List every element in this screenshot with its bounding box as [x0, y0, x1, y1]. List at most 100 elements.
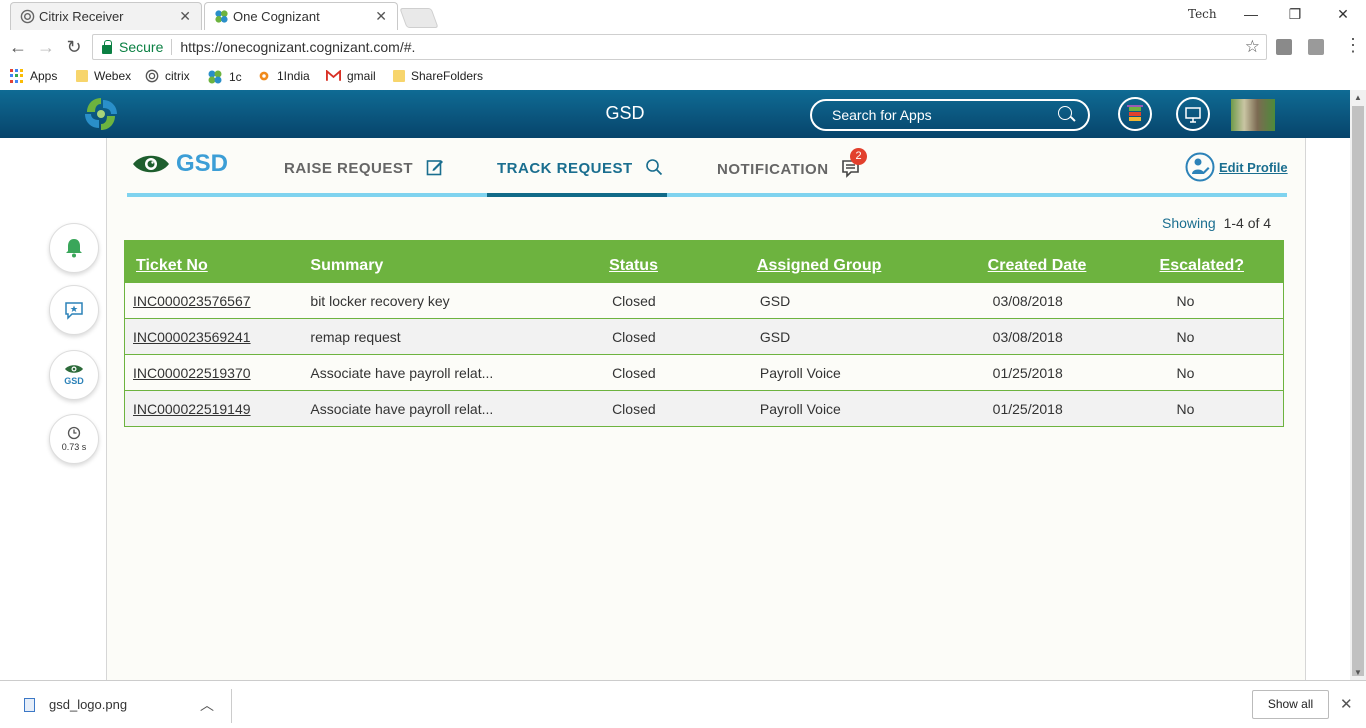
- tab-track-request[interactable]: TRACK REQUEST: [497, 158, 663, 177]
- header-created-date[interactable]: Created Date: [982, 241, 1154, 283]
- bookmark-1c[interactable]: 1c: [207, 69, 242, 85]
- reload-icon[interactable]: ↻: [62, 35, 86, 59]
- ticket-summary: bit locker recovery key: [310, 282, 603, 319]
- table-row: INC000022519149 Associate have payroll r…: [124, 390, 1284, 427]
- eye-icon: [133, 155, 169, 173]
- user-edit-icon: [1185, 152, 1215, 182]
- bookmark-label: 1India: [277, 69, 310, 83]
- nav-underline: [127, 193, 1287, 197]
- tab-raise-request[interactable]: RAISE REQUEST: [284, 158, 444, 177]
- ticket-number-link[interactable]: INC000023576567: [124, 282, 311, 319]
- folder-icon: [76, 70, 88, 82]
- ticket-number-link[interactable]: INC000023569241: [124, 318, 311, 355]
- bookmark-citrix[interactable]: citrix: [145, 69, 190, 83]
- page-scrollbar[interactable]: ▲ ▼: [1350, 90, 1366, 680]
- header-escalated[interactable]: Escalated?: [1154, 241, 1284, 283]
- active-tab-indicator: [487, 193, 667, 197]
- download-bar: gsd_logo.png ︿ Show all ✕: [0, 680, 1366, 728]
- ticket-group: Payroll Voice: [749, 390, 982, 427]
- ticket-escalated: No: [1153, 354, 1284, 391]
- bookmark-label: citrix: [165, 69, 190, 83]
- ticket-created-date: 01/25/2018: [981, 354, 1154, 391]
- ticket-escalated: No: [1153, 318, 1284, 355]
- tab-close-icon[interactable]: ✕: [179, 8, 191, 25]
- lock-icon: [102, 39, 112, 54]
- tab-label: NOTIFICATION: [717, 161, 829, 178]
- scroll-down-icon[interactable]: ▼: [1354, 668, 1362, 677]
- feedback-button[interactable]: [49, 285, 99, 335]
- gsd-shortcut-button[interactable]: GSD: [49, 350, 99, 400]
- table-row: INC000023576567 bit locker recovery key …: [124, 282, 1284, 319]
- download-bar-close-icon[interactable]: ✕: [1340, 695, 1353, 713]
- tab-one-cognizant[interactable]: One Cognizant ✕: [204, 2, 398, 30]
- ticket-summary: Associate have payroll relat...: [310, 390, 603, 427]
- ticket-summary: Associate have payroll relat...: [310, 354, 603, 391]
- page-body: GSD 0.73 s GSD RAISE REQUEST TRACK REQUE…: [0, 138, 1350, 680]
- ticket-status: Closed: [602, 354, 750, 391]
- tab-close-icon[interactable]: ✕: [375, 8, 387, 25]
- header-ticket-no[interactable]: Ticket No: [125, 241, 311, 283]
- url-text[interactable]: https://onecognizant.cognizant.com/#.: [180, 39, 415, 55]
- tickets-table: Ticket No Summary Status Assigned Group …: [124, 240, 1284, 427]
- new-tab-button[interactable]: [399, 8, 439, 28]
- ticket-number-link[interactable]: INC000022519370: [124, 354, 311, 391]
- scroll-up-icon[interactable]: ▲: [1354, 93, 1362, 102]
- cognizant-logo-icon: [215, 10, 228, 23]
- bookmark-label: 1c: [229, 70, 242, 84]
- ticket-group: GSD: [749, 318, 982, 355]
- header-assigned-group[interactable]: Assigned Group: [750, 241, 982, 283]
- bookmark-1india[interactable]: 1India: [257, 69, 310, 83]
- browser-menu-icon[interactable]: ⋮: [1344, 35, 1362, 56]
- notification-bell-button[interactable]: [49, 223, 99, 273]
- image-file-icon: [24, 697, 35, 712]
- extension-icon[interactable]: [1308, 39, 1324, 55]
- edit-profile-label: Edit Profile: [1219, 159, 1288, 175]
- eye-icon: [65, 365, 83, 373]
- scrollbar-thumb[interactable]: [1352, 106, 1364, 676]
- ticket-group: Payroll Voice: [749, 354, 982, 391]
- search-apps-input[interactable]: Search for Apps: [810, 99, 1090, 131]
- show-all-button[interactable]: Show all: [1252, 690, 1329, 719]
- tab-label: RAISE REQUEST: [284, 160, 414, 177]
- tab-notification[interactable]: NOTIFICATION: [717, 158, 861, 178]
- bookmark-label: Webex: [94, 69, 132, 83]
- browser-toolbar: ← → ↻ Secure https://onecognizant.cogniz…: [0, 30, 1366, 64]
- bookmark-star-icon[interactable]: ☆: [1245, 37, 1260, 57]
- minimize-button[interactable]: —: [1236, 2, 1266, 26]
- address-bar[interactable]: Secure https://onecognizant.cognizant.co…: [92, 34, 1267, 60]
- edit-profile-link[interactable]: Edit Profile: [1185, 152, 1288, 182]
- download-item[interactable]: gsd_logo.png: [24, 697, 127, 712]
- citrix-icon: [20, 9, 35, 24]
- showing-range: 1-4 of 4: [1223, 215, 1272, 231]
- table-row: INC000022519370 Associate have payroll r…: [124, 354, 1284, 391]
- notification-count-badge: 2: [850, 148, 867, 165]
- ticket-summary: remap request: [310, 318, 603, 355]
- bookmark-webex[interactable]: Webex: [76, 69, 131, 83]
- search-icon[interactable]: [1058, 106, 1072, 120]
- maximize-button[interactable]: ❐: [1280, 2, 1310, 26]
- app-launcher-icon[interactable]: [1118, 97, 1152, 131]
- forward-arrow-icon[interactable]: →: [34, 35, 58, 59]
- bookmark-sharefolders[interactable]: ShareFolders: [393, 69, 483, 83]
- gsd-brand[interactable]: GSD: [132, 150, 228, 178]
- edit-icon: [426, 160, 443, 176]
- header-status[interactable]: Status: [602, 241, 750, 283]
- results-count: Showing 1-4 of 4: [1162, 215, 1271, 231]
- chevron-up-icon[interactable]: ︿: [200, 695, 214, 715]
- load-timer-button[interactable]: 0.73 s: [49, 414, 99, 464]
- bookmark-apps[interactable]: Apps: [10, 69, 57, 83]
- ticket-number-link[interactable]: INC000022519149: [124, 390, 311, 427]
- tab-citrix-receiver[interactable]: Citrix Receiver ✕: [10, 2, 202, 30]
- back-arrow-icon[interactable]: ←: [6, 35, 30, 59]
- ticket-status: Closed: [602, 390, 750, 427]
- showing-label: Showing: [1162, 215, 1216, 231]
- bookmark-gmail[interactable]: gmail: [326, 69, 376, 83]
- extension-icon[interactable]: [1276, 39, 1292, 55]
- monitor-icon[interactable]: [1176, 97, 1210, 131]
- avatar[interactable]: [1231, 99, 1275, 131]
- table-header-row: Ticket No Summary Status Assigned Group …: [124, 240, 1284, 283]
- bookmark-label: Apps: [30, 69, 58, 83]
- gmail-icon: [326, 70, 341, 81]
- ticket-created-date: 03/08/2018: [981, 318, 1154, 355]
- window-close-button[interactable]: ✕: [1328, 2, 1358, 26]
